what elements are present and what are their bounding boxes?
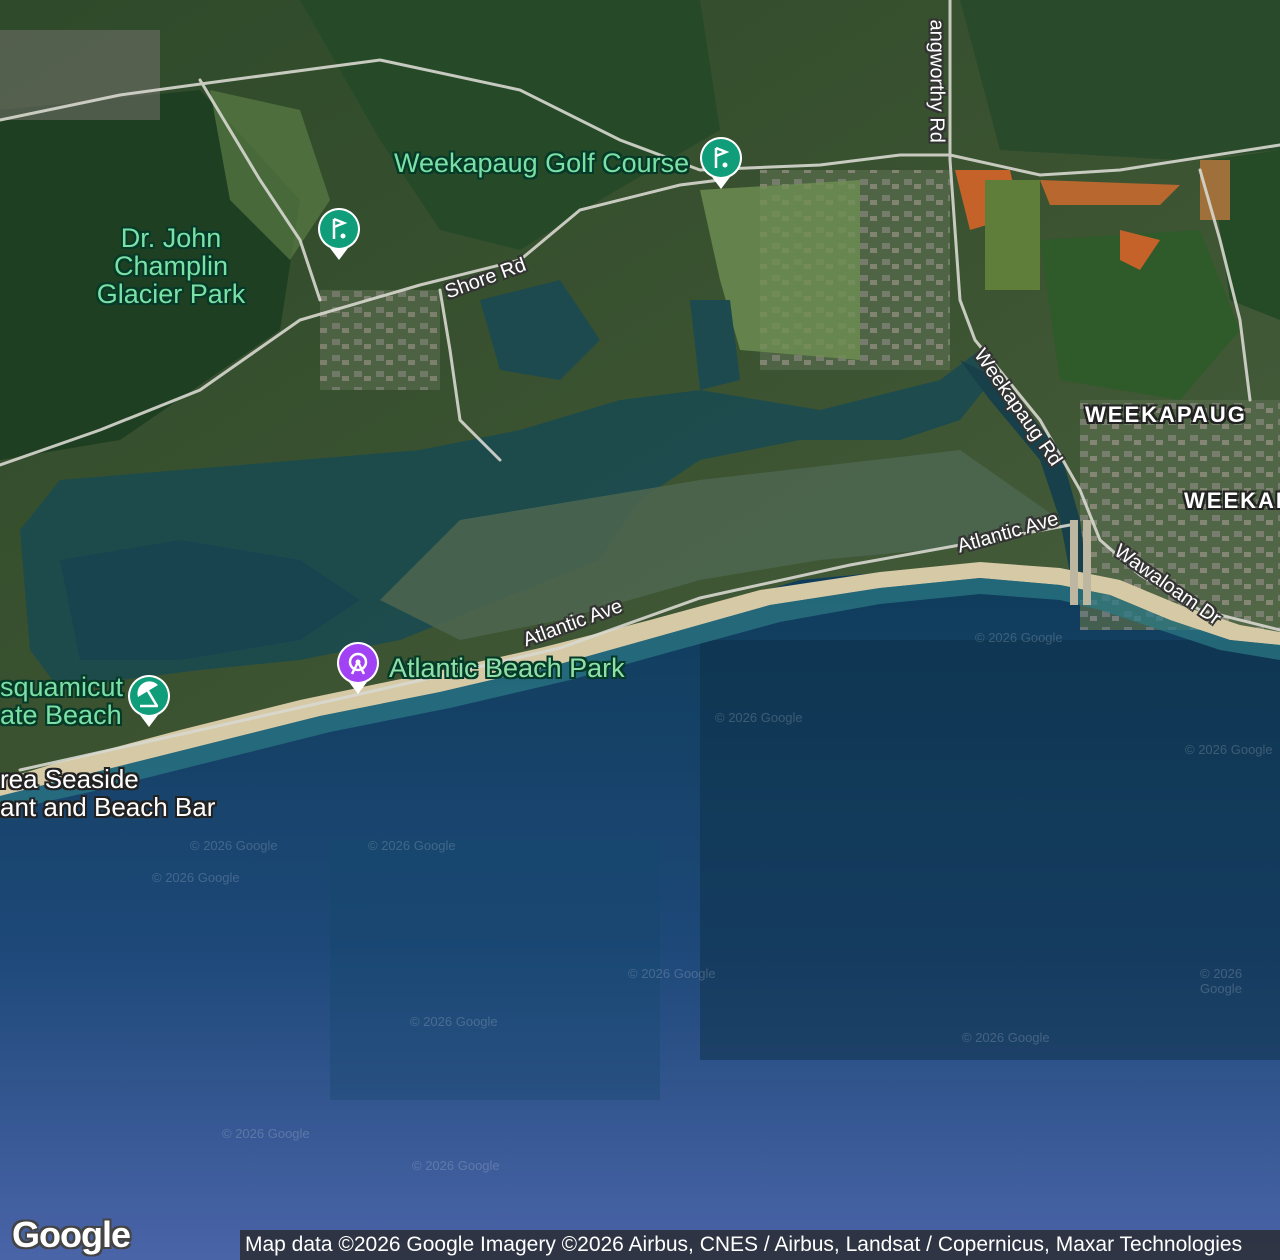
watermark: © 2026 Google <box>222 1126 310 1141</box>
watermark: © 2026 Google <box>412 1158 500 1173</box>
place-label-line: Glacier Park <box>96 279 246 309</box>
watermark: © 2026 Google <box>975 630 1063 645</box>
watermark: © 2026 Google <box>368 838 456 853</box>
place-label-line: ant and Beach Bar <box>0 792 216 822</box>
watermark: © 2026 Google <box>190 838 278 853</box>
amusement-park-icon[interactable] <box>335 640 381 696</box>
golf-icon[interactable] <box>316 206 362 262</box>
place-label-glacier-park[interactable]: Dr. John Champlin Glacier Park <box>96 224 246 308</box>
place-label-line: squamicut <box>0 672 124 702</box>
place-label-line: ate Beach <box>0 700 122 730</box>
place-label-line: Dr. John <box>120 223 222 253</box>
beach-umbrella-icon[interactable] <box>126 673 172 729</box>
place-label-state-beach[interactable]: squamicut ate Beach <box>0 673 123 729</box>
watermark: © 2026 Google <box>715 710 803 725</box>
watermark: © 2026 Google <box>628 966 716 981</box>
satellite-map[interactable] <box>0 0 1280 1260</box>
town-label-weekapaug: WEEKAP <box>1184 488 1280 513</box>
place-label-line: Champlin <box>113 251 229 281</box>
watermark: © 2026 Google <box>410 1014 498 1029</box>
watermark: © 2026 Google <box>1185 742 1273 757</box>
watermark: © 2026 Google <box>1200 966 1243 996</box>
place-label-restaurant[interactable]: rea Seaside ant and Beach Bar <box>0 765 215 821</box>
map-attribution[interactable]: Map data ©2026 Google Imagery ©2026 Airb… <box>240 1230 1280 1260</box>
google-logo: Google <box>12 1214 131 1255</box>
place-label-line: rea Seaside <box>0 764 139 794</box>
town-label-weekapaug: WEEKAPAUG <box>1085 402 1247 427</box>
road-label-langworthy-rd: angworthy Rd <box>925 19 948 143</box>
place-label-atlantic-beach-park[interactable]: Atlantic Beach Park <box>389 654 625 682</box>
golf-icon[interactable] <box>698 135 744 191</box>
place-label-golf-course[interactable]: Weekapaug Golf Course <box>394 149 689 177</box>
watermark: © 2026 Google <box>152 870 240 885</box>
watermark: © 2026 Google <box>962 1030 1050 1045</box>
